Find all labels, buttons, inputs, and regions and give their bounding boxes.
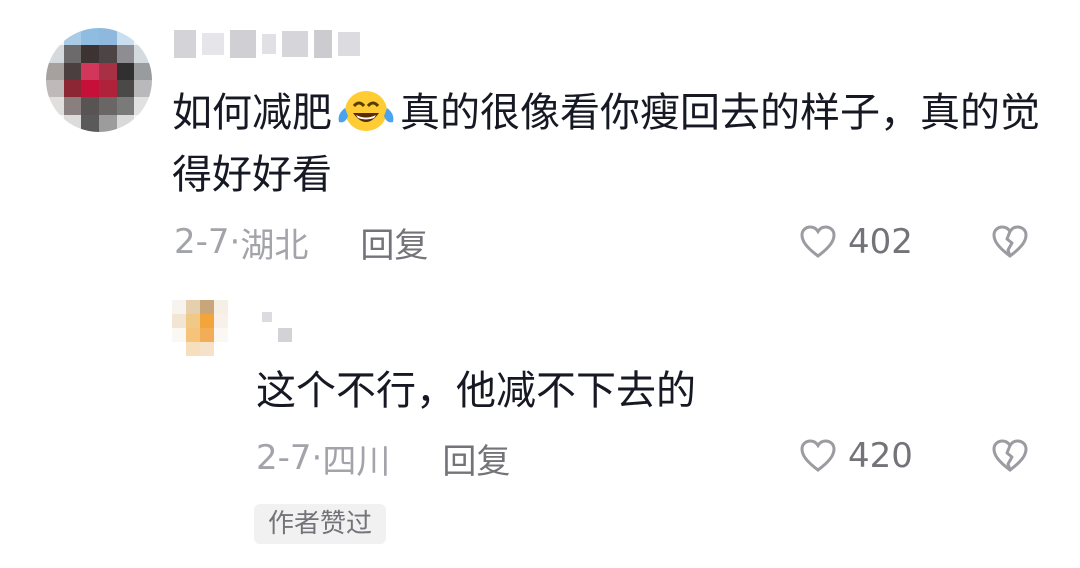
comment-date: 2-7·	[174, 222, 241, 262]
comment-text-before-emoji: 如何减肥	[172, 90, 332, 136]
reply-location: 四川	[322, 441, 391, 482]
comment-text: 如何减肥 真的很像看你瘦回去的样子，真的觉得好好看	[172, 82, 1042, 206]
avatar[interactable]	[46, 28, 152, 132]
reply-date: 2-7·	[256, 438, 323, 478]
reply-reply-button[interactable]: 回复	[442, 434, 510, 483]
like-count: 402	[848, 222, 913, 262]
heart-outline-icon	[800, 225, 836, 258]
heart-outline-icon	[800, 439, 836, 472]
reply-like-button[interactable]: 420	[798, 432, 913, 480]
reply-avatar[interactable]	[172, 300, 228, 356]
laughing-crying-emoji-icon	[338, 91, 394, 131]
reply-text: 这个不行，他减不下去的	[256, 368, 696, 414]
like-button[interactable]: 402	[798, 218, 913, 266]
reply-like-count: 420	[848, 436, 913, 476]
username-blurred[interactable]	[174, 30, 360, 58]
comment-location: 湖北	[240, 225, 309, 266]
author-liked-badge: 作者赞过	[254, 504, 387, 544]
reply-meta: 2-7· 四川 回复	[256, 434, 510, 482]
broken-heart-icon[interactable]	[990, 436, 1030, 476]
reply-username-blurred[interactable]	[262, 312, 292, 342]
broken-heart-icon[interactable]	[990, 222, 1030, 262]
comment-meta: 2-7· 湖北 回复	[174, 218, 428, 266]
reply-button[interactable]: 回复	[360, 218, 428, 267]
